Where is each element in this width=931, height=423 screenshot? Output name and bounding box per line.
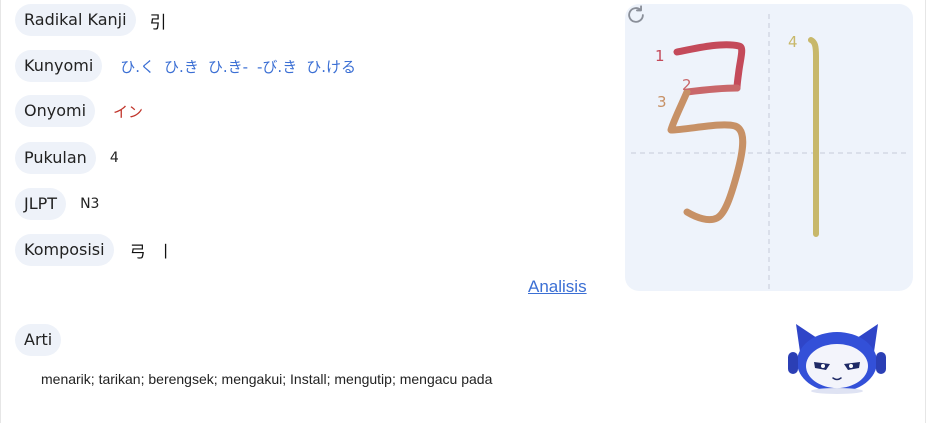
meaning-label: Arti [15, 324, 62, 356]
kunyomi-reading[interactable]: ひ.き [164, 56, 199, 77]
kunyomi-label: Kunyomi [15, 50, 103, 82]
meaning-row: Arti [15, 324, 62, 356]
composition-part[interactable]: 丨 [158, 238, 174, 262]
jlpt-row: JLPT N3 [15, 188, 99, 220]
stroke-number-4: 4 [788, 33, 798, 51]
composition-parts: 弓 丨 [130, 238, 174, 262]
robot-mascot-icon[interactable] [786, 322, 888, 394]
composition-row: Komposisi 弓 丨 [15, 234, 174, 266]
jlpt-value: N3 [80, 196, 100, 212]
kunyomi-reading[interactable]: -び.き [257, 56, 297, 77]
refresh-icon[interactable] [625, 4, 647, 26]
meaning-text: menarik; tarikan; berengsek; mengakui; I… [41, 371, 493, 387]
kunyomi-reading[interactable]: ひ.き- [208, 56, 248, 77]
stroke-number-2: 2 [682, 76, 692, 94]
analysis-link[interactable]: Analisis [528, 277, 587, 297]
stroke-count-row: Pukulan 4 [15, 142, 119, 174]
kunyomi-readings: ひ.く ひ.き ひ.き- -び.き ひ.ける [120, 56, 356, 77]
stroke-order-diagram: 1 2 3 4 [631, 14, 907, 291]
radical-row: Radikal Kanji 引 [15, 4, 167, 36]
composition-part[interactable]: 弓 [130, 238, 146, 262]
left-border [0, 0, 1, 423]
right-border [925, 0, 926, 423]
kunyomi-reading[interactable]: ひ.ける [306, 56, 356, 77]
radical-value[interactable]: 引 [150, 8, 167, 33]
kunyomi-reading[interactable]: ひ.く [120, 56, 155, 77]
stroke-count-value: 4 [109, 150, 119, 166]
onyomi-label: Onyomi [15, 95, 96, 127]
stroke-order-panel[interactable]: 1 2 3 4 [625, 4, 913, 291]
stroke-3 [667, 88, 747, 224]
composition-label: Komposisi [15, 234, 114, 266]
jlpt-label: JLPT [15, 188, 67, 220]
stroke-count-label: Pukulan [15, 142, 96, 174]
kunyomi-row: Kunyomi ひ.く ひ.き ひ.き- -び.き ひ.ける [15, 50, 356, 82]
onyomi-row: Onyomi イン [15, 95, 143, 127]
stroke-2 [683, 84, 741, 96]
stroke-4 [808, 37, 819, 237]
radical-label: Radikal Kanji [15, 4, 136, 36]
stroke-number-3: 3 [657, 93, 667, 111]
stroke-number-1: 1 [655, 47, 665, 65]
onyomi-reading[interactable]: イン [113, 101, 143, 122]
